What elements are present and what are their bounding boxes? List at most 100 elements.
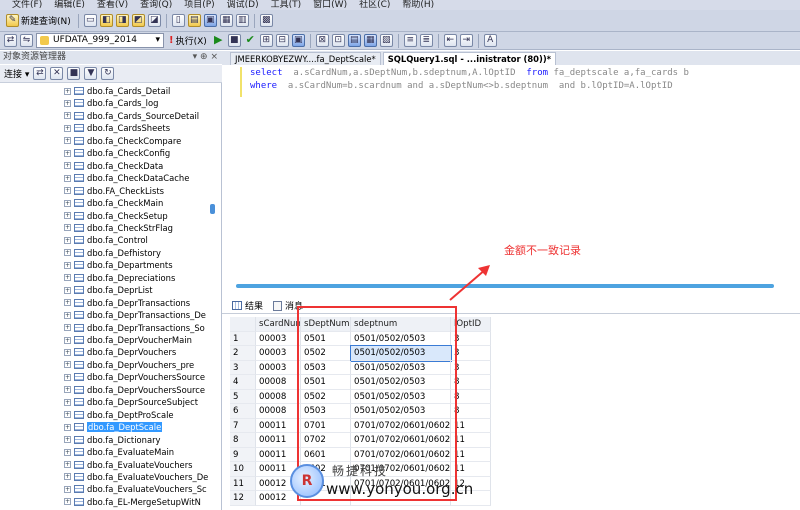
table-cell[interactable]: 0501/0502/0503 [351, 331, 451, 346]
tree-item[interactable]: + dbo.fa_DeprVoucherMain [64, 334, 192, 346]
change-connection-icon[interactable]: ⇋ [20, 34, 33, 47]
table-cell[interactable]: 00008 [256, 375, 301, 390]
connect-dropdown[interactable]: 连接 ▾ [4, 67, 29, 80]
decrease-indent-icon[interactable]: ⇤ [443, 34, 457, 47]
table-cell[interactable]: 0601 [301, 447, 351, 462]
table-cell[interactable]: 00011 [256, 418, 301, 433]
menu-item[interactable]: 窗口(W) [313, 1, 347, 10]
expand-icon[interactable]: + [64, 348, 71, 356]
column-header[interactable]: lOptID [451, 317, 491, 332]
tree-item[interactable]: + dbo.fa_DeprList [64, 284, 153, 296]
uncomment-icon[interactable]: ≣ [419, 34, 433, 47]
analysis-query-icon[interactable]: ◨ [115, 14, 129, 27]
column-header[interactable]: sdeptnum [351, 317, 451, 332]
expand-icon[interactable]: + [64, 261, 71, 269]
comment-icon[interactable]: ≡ [403, 34, 417, 47]
display-plan-icon[interactable]: ⊞ [259, 34, 273, 47]
table-cell[interactable]: 8 [451, 389, 491, 404]
tree-item[interactable]: + dbo.fa_Departments [64, 259, 173, 271]
table-row[interactable]: 3 00003 0503 0501/0502/0503 3 [230, 360, 491, 375]
expand-icon[interactable]: + [64, 386, 71, 394]
tree-item[interactable]: + dbo.fa_Defhistory [64, 247, 161, 259]
new-query-button[interactable]: ✎ 新建查询(N) [4, 13, 73, 29]
expand-icon[interactable]: + [64, 311, 71, 319]
expand-icon[interactable]: + [64, 87, 71, 95]
tree-item[interactable]: + dbo.fa_EvaluateMain [64, 446, 174, 458]
tree-item[interactable]: + dbo.fa_DeprVouchers [64, 346, 176, 358]
expand-icon[interactable]: + [64, 212, 71, 219]
tree-item[interactable]: + dbo.fa_CheckDataCache [64, 172, 189, 184]
tree-item[interactable]: + dbo.fa_CheckStrFlag [64, 222, 173, 234]
row-number[interactable]: 6 [230, 404, 256, 419]
table-cell[interactable]: 11 [451, 433, 491, 448]
tree-item[interactable]: + dbo.fa_DeprVouchersSource [64, 384, 205, 396]
table-cell[interactable]: 0701/0702/0601/0602 [351, 447, 451, 462]
expand-icon[interactable]: + [64, 411, 71, 419]
expand-icon[interactable]: + [64, 149, 71, 157]
table-cell[interactable]: 11 [451, 418, 491, 433]
tree-item[interactable]: + dbo.fa_CardsSheets [64, 122, 170, 134]
save-all-icon[interactable]: ▦ [219, 14, 233, 27]
tree-item[interactable]: + dbo.fa_CheckSetup [64, 210, 168, 222]
connect-icon[interactable]: ⇄ [4, 34, 17, 47]
expand-icon[interactable]: + [64, 274, 71, 282]
row-number[interactable]: 12 [230, 491, 256, 506]
editor-splitter[interactable] [236, 284, 774, 288]
expand-icon[interactable]: + [64, 436, 71, 444]
row-number[interactable]: 2 [230, 346, 256, 361]
menu-item[interactable]: 查询(Q) [140, 1, 172, 10]
expand-icon[interactable]: + [64, 473, 71, 481]
row-number[interactable]: 7 [230, 418, 256, 433]
table-row[interactable]: 2 00003 0502 0501/0502/0503 3 [230, 345, 491, 362]
table-row[interactable]: 8 00011 0702 0701/0702/0601/0602 11 [230, 433, 491, 448]
row-number[interactable]: 1 [230, 331, 256, 346]
table-cell[interactable]: 0701/0702/0601/0602 [351, 418, 451, 433]
table-cell[interactable]: 0501 [301, 375, 351, 390]
intellisense-icon[interactable]: ⊠ [315, 34, 329, 47]
tree-item[interactable]: + dbo.fa_DeprVouchers_pre [64, 359, 194, 371]
column-header[interactable]: sDeptNum [301, 317, 351, 332]
specify-values-icon[interactable]: A [483, 34, 497, 47]
table-cell[interactable]: 0501 [301, 331, 351, 346]
tree-item[interactable]: + dbo.fa_DeptScale [64, 421, 163, 433]
tree-item[interactable]: + dbo.fa_DeprVouchersSource [64, 371, 205, 383]
expand-icon[interactable]: + [64, 324, 71, 332]
table-cell[interactable]: 0501/0502/0503 [351, 360, 451, 375]
tree-item[interactable]: + dbo.fa_DeprTransactions_So [64, 322, 205, 334]
table-cell[interactable]: 0501/0502/0503 [351, 375, 451, 390]
tree-item[interactable]: + dbo.FA_CheckLists [64, 185, 164, 197]
table-cell[interactable]: 00008 [256, 389, 301, 404]
open-folder-icon[interactable]: ▤ [187, 14, 201, 27]
new-document-icon[interactable]: ▯ [171, 14, 185, 27]
expand-icon[interactable]: + [64, 286, 71, 294]
table-cell[interactable]: 0701/0702/0601/0602 [351, 433, 451, 448]
execute-button[interactable]: ! 执行(X) [167, 33, 209, 49]
table-cell[interactable]: 11 [451, 447, 491, 462]
menu-item[interactable]: 调试(D) [227, 1, 259, 10]
tree-item[interactable]: + dbo.fa_Cards_log [64, 97, 158, 109]
row-number[interactable]: 11 [230, 476, 256, 491]
expand-icon[interactable]: + [64, 373, 71, 381]
table-cell[interactable]: 0701 [301, 418, 351, 433]
menu-item[interactable]: 帮助(H) [402, 1, 434, 10]
tree-item[interactable]: + dbo.fa_CheckConfig [64, 147, 170, 159]
activity-monitor-icon[interactable]: ▩ [259, 14, 273, 27]
parse-check-icon[interactable]: ✔ [244, 34, 257, 47]
expand-icon[interactable]: + [64, 423, 71, 431]
expand-icon[interactable]: + [64, 174, 71, 182]
expand-icon[interactable]: + [64, 361, 71, 369]
expand-icon[interactable]: + [64, 398, 71, 406]
filter-icon[interactable]: ▼ [84, 67, 98, 80]
tab-sqlquery1[interactable]: SQLQuery1.sql - ...inistrator (80))* [382, 52, 557, 65]
tree-item[interactable]: + dbo.fa_EL-MergeSetupWitN [64, 496, 201, 508]
tree-item[interactable]: + dbo.fa_Control [64, 234, 148, 246]
expand-icon[interactable]: + [64, 236, 71, 244]
tree-item[interactable]: + dbo.fa_DeprTransactions [64, 297, 190, 309]
row-number[interactable]: 5 [230, 389, 256, 404]
expand-icon[interactable]: + [64, 249, 71, 257]
tree-item[interactable]: + dbo.fa_DeprSourceSubject [64, 396, 198, 408]
column-header[interactable]: sCardNum [256, 317, 301, 332]
expand-icon[interactable]: + [64, 498, 71, 506]
table-cell[interactable]: 0702 [301, 433, 351, 448]
menu-item[interactable]: 编辑(E) [54, 1, 85, 10]
